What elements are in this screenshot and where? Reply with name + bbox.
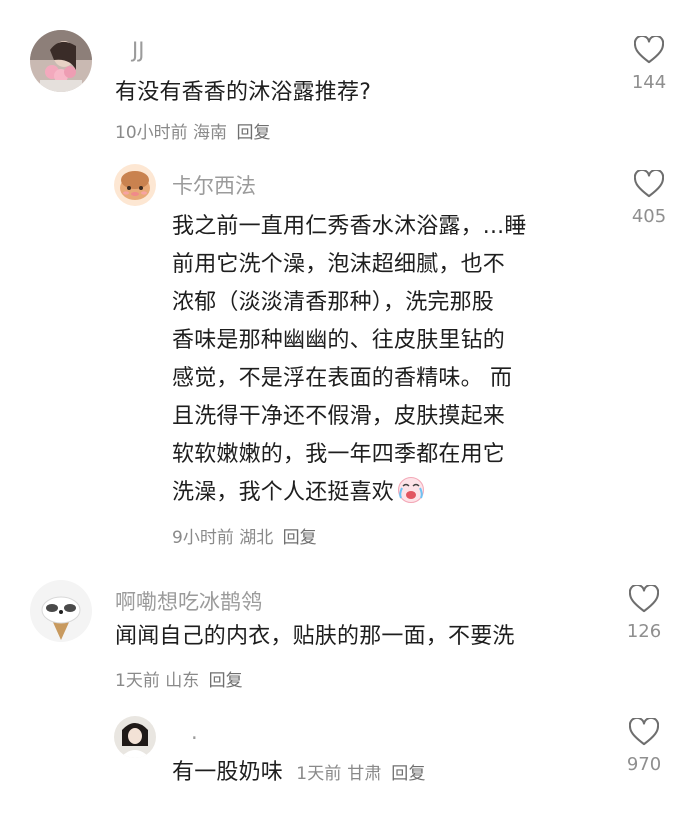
like-count: 126	[626, 621, 662, 642]
reply-meta: 1天前 甘肃 回复	[296, 764, 425, 784]
reply-text-line: 香味是那种幽幽的、往皮肤里钻的	[172, 328, 506, 353]
avatar[interactable]	[114, 164, 156, 206]
reply-button[interactable]: 回复	[236, 123, 270, 143]
username[interactable]: .	[191, 720, 198, 744]
comment-time: 1天前	[115, 671, 160, 691]
reply-text-line-end: 洗澡，我个人还挺喜欢	[172, 480, 395, 505]
reply-text-line: 前用它洗个澡，泡沫超细腻，也不	[172, 252, 506, 277]
heart-outline-icon	[629, 718, 659, 746]
reply-text[interactable]: 有一股奶味 1天前 甘肃 回复	[172, 754, 426, 793]
reply-text-line: 感觉，不是浮在表面的香精味。 而	[172, 366, 513, 391]
heart-outline-icon	[634, 170, 664, 198]
reply-meta: 9小时前 湖北 回复	[172, 523, 317, 548]
like-button[interactable]: 126	[609, 585, 679, 642]
username[interactable]: 卡尔西法	[172, 170, 256, 200]
reply-location: 湖北	[239, 528, 274, 548]
reply-button[interactable]: 回复	[209, 671, 243, 691]
reply-text-line: 我之前一直用仁秀香水沐浴露，...睡	[172, 214, 527, 239]
like-button[interactable]: 405	[614, 170, 684, 227]
reply-location: 甘肃	[347, 764, 382, 784]
reply-text[interactable]: 我之前一直用仁秀香水沐浴露，...睡 前用它洗个澡，泡沫超细腻，也不 浓郁（淡淡…	[172, 208, 592, 512]
heart-outline-icon	[629, 585, 659, 613]
reply-text-line: 浓郁（淡淡清香那种），洗完那股	[172, 290, 495, 315]
reply-button[interactable]: 回复	[283, 528, 317, 548]
reply-text-line: 洗澡，我个人还挺喜欢	[172, 474, 592, 512]
avatar[interactable]	[30, 30, 92, 92]
like-button[interactable]: 144	[614, 36, 684, 93]
comment-text[interactable]: 有没有香香的沐浴露推荐?	[115, 74, 371, 112]
reply-button[interactable]: 回复	[391, 764, 425, 784]
reply-time: 1天前	[296, 764, 342, 784]
comment-location: 海南	[193, 123, 228, 143]
heart-outline-icon	[634, 36, 664, 64]
avatar[interactable]	[114, 716, 156, 758]
reply-text-line: 且洗得干净还不假滑，皮肤摸起来	[172, 404, 506, 429]
crying-laughing-emoji	[398, 477, 425, 503]
username[interactable]: JJ	[132, 38, 144, 62]
avatar[interactable]	[30, 580, 92, 642]
reply-time: 9小时前	[172, 528, 234, 548]
comment-meta: 10小时前 海南 回复	[115, 118, 270, 143]
comment-text[interactable]: 闻闻自己的内衣，贴肤的那一面，不要洗	[115, 618, 515, 656]
like-count: 405	[631, 206, 667, 227]
reply-text-content: 有一股奶味	[172, 760, 284, 785]
like-button[interactable]: 970	[609, 718, 679, 775]
comment-time: 10小时前	[115, 123, 188, 143]
comment-location: 山东	[165, 671, 200, 691]
username[interactable]: 啊嘞想吃冰鹊鸰	[115, 586, 262, 616]
comment-meta: 1天前 山东 回复	[115, 666, 243, 691]
like-count: 144	[631, 72, 667, 93]
like-count: 970	[626, 754, 662, 775]
reply-text-line: 软软嫩嫩的，我一年四季都在用它	[172, 442, 506, 467]
